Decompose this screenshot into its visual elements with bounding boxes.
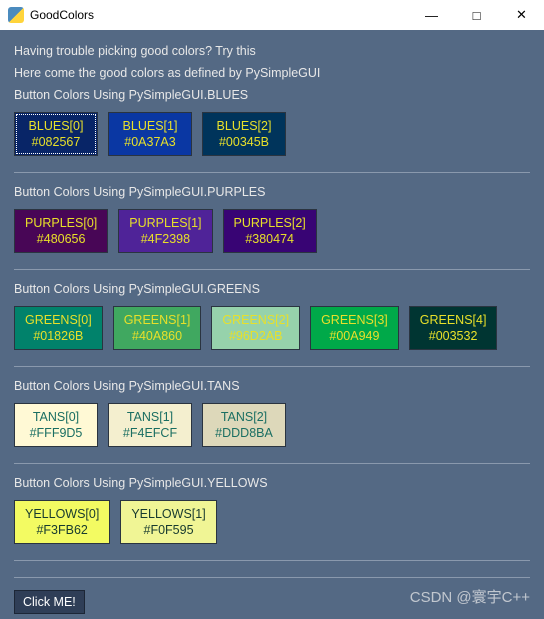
color-button[interactable]: GREENS[2]#96D2AB (211, 306, 300, 350)
color-button[interactable]: BLUES[2]#00345B (202, 112, 286, 156)
color-button[interactable]: GREENS[3]#00A949 (310, 306, 399, 350)
color-button-hex: #0A37A3 (124, 134, 175, 150)
section-title: Button Colors Using PySimpleGUI.GREENS (14, 282, 530, 296)
color-button[interactable]: GREENS[1]#40A860 (113, 306, 202, 350)
separator (14, 463, 530, 464)
button-row: PURPLES[0]#480656PURPLES[1]#4F2398PURPLE… (14, 209, 530, 253)
color-button-label: GREENS[1] (124, 312, 191, 328)
color-button-label: BLUES[2] (217, 118, 272, 134)
minimize-button[interactable]: — (409, 0, 454, 30)
color-button-hex: #F3FB62 (36, 522, 87, 538)
color-button[interactable]: YELLOWS[1]#F0F595 (120, 500, 216, 544)
color-button-hex: #003532 (429, 328, 478, 344)
color-button-label: PURPLES[2] (234, 215, 306, 231)
close-button[interactable]: ✕ (499, 0, 544, 30)
color-button-hex: #00A949 (329, 328, 379, 344)
color-button-hex: #082567 (32, 134, 81, 150)
window-title: GoodColors (30, 8, 94, 22)
separator (14, 577, 530, 578)
color-button-label: GREENS[4] (420, 312, 487, 328)
separator (14, 172, 530, 173)
color-button-label: YELLOWS[1] (131, 506, 205, 522)
color-button-hex: #40A860 (132, 328, 182, 344)
color-button[interactable]: YELLOWS[0]#F3FB62 (14, 500, 110, 544)
color-button-label: GREENS[0] (25, 312, 92, 328)
color-button-label: BLUES[0] (29, 118, 84, 134)
separator (14, 366, 530, 367)
color-button[interactable]: TANS[0]#FFF9D5 (14, 403, 98, 447)
python-icon (8, 7, 24, 23)
color-button-label: PURPLES[0] (25, 215, 97, 231)
color-button-label: TANS[1] (127, 409, 173, 425)
separator (14, 269, 530, 270)
color-button-label: PURPLES[1] (129, 215, 201, 231)
color-button-label: TANS[0] (33, 409, 79, 425)
section-title: Button Colors Using PySimpleGUI.BLUES (14, 88, 530, 102)
color-button[interactable]: PURPLES[0]#480656 (14, 209, 108, 253)
color-button[interactable]: BLUES[0]#082567 (14, 112, 98, 156)
color-button-hex: #F4EFCF (123, 425, 177, 441)
section-title: Button Colors Using PySimpleGUI.YELLOWS (14, 476, 530, 490)
color-button-hex: #F0F595 (144, 522, 194, 538)
color-button[interactable]: GREENS[0]#01826B (14, 306, 103, 350)
button-row: YELLOWS[0]#F3FB62YELLOWS[1]#F0F595 (14, 500, 530, 544)
intro-line-2: Here come the good colors as defined by … (14, 66, 530, 80)
color-button-label: BLUES[1] (123, 118, 178, 134)
separator (14, 560, 530, 561)
color-button[interactable]: PURPLES[1]#4F2398 (118, 209, 212, 253)
color-button-hex: #00345B (219, 134, 269, 150)
color-button-label: GREENS[2] (222, 312, 289, 328)
click-me-button[interactable]: Click ME! (14, 590, 85, 614)
color-button[interactable]: GREENS[4]#003532 (409, 306, 498, 350)
color-button-label: GREENS[3] (321, 312, 388, 328)
color-button-hex: #380474 (245, 231, 294, 247)
color-button[interactable]: BLUES[1]#0A37A3 (108, 112, 192, 156)
client-area: Having trouble picking good colors? Try … (0, 30, 544, 619)
button-row: GREENS[0]#01826BGREENS[1]#40A860GREENS[2… (14, 306, 530, 350)
color-button-label: YELLOWS[0] (25, 506, 99, 522)
section-title: Button Colors Using PySimpleGUI.PURPLES (14, 185, 530, 199)
color-button-hex: #FFF9D5 (30, 425, 83, 441)
color-button-hex: #96D2AB (229, 328, 283, 344)
intro-line-1: Having trouble picking good colors? Try … (14, 44, 530, 58)
color-button-hex: #4F2398 (141, 231, 190, 247)
color-button-label: TANS[2] (221, 409, 267, 425)
section-title: Button Colors Using PySimpleGUI.TANS (14, 379, 530, 393)
color-button-hex: #DDD8BA (215, 425, 273, 441)
color-button-hex: #480656 (37, 231, 86, 247)
color-button-hex: #01826B (33, 328, 83, 344)
color-button[interactable]: PURPLES[2]#380474 (223, 209, 317, 253)
maximize-button[interactable]: □ (454, 0, 499, 30)
button-row: TANS[0]#FFF9D5TANS[1]#F4EFCFTANS[2]#DDD8… (14, 403, 530, 447)
titlebar: GoodColors — □ ✕ (0, 0, 544, 30)
color-button[interactable]: TANS[1]#F4EFCF (108, 403, 192, 447)
color-button[interactable]: TANS[2]#DDD8BA (202, 403, 286, 447)
button-row: BLUES[0]#082567BLUES[1]#0A37A3BLUES[2]#0… (14, 112, 530, 156)
